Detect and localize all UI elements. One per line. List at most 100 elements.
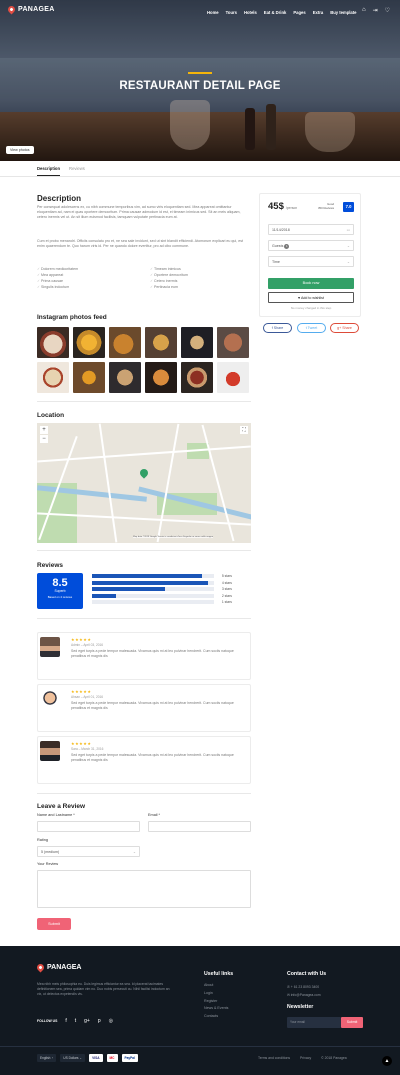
nav-pages[interactable]: Pages	[293, 10, 305, 15]
instagram-icon[interactable]: ◎	[109, 1018, 113, 1024]
hero-accent-line	[188, 72, 212, 74]
instagram-photo[interactable]	[217, 327, 249, 358]
arrow-up-icon: ▲	[384, 1058, 390, 1064]
calendar-icon: ▭	[346, 228, 350, 232]
visa-card-icon: VISA	[89, 1054, 103, 1062]
submit-review-button[interactable]: Submit	[37, 918, 71, 930]
fullscreen-icon[interactable]: ⛶	[240, 426, 248, 434]
rating-select[interactable]: 5 (medium) ⌄	[37, 846, 140, 857]
rating-bar	[92, 600, 214, 604]
rating-bar-row: 3 stars	[92, 587, 232, 591]
section-divider	[37, 793, 251, 794]
share-twitter-label: Tweet	[307, 326, 318, 330]
book-now-button[interactable]: Book now	[268, 278, 354, 289]
rating-bar-row: 4 stars	[92, 580, 232, 585]
footer-link-about[interactable]: About	[204, 982, 228, 990]
privacy-link[interactable]: Privacy	[300, 1056, 311, 1060]
star-rating: ★★★★★	[71, 637, 92, 642]
guests-field[interactable]: Guests 1 ⌄	[268, 240, 354, 251]
instagram-photo[interactable]	[181, 327, 213, 358]
instagram-photo[interactable]	[37, 362, 69, 393]
footer-link-contacts[interactable]: Contacts	[204, 1013, 228, 1021]
description-paragraph: Cum et probo menandri. Officiis consulat…	[37, 239, 244, 249]
heart-icon[interactable]: ♡	[385, 7, 390, 14]
instagram-photo[interactable]	[73, 362, 105, 393]
share-facebook-button[interactable]: f Share	[263, 323, 292, 333]
instagram-photo[interactable]	[37, 327, 69, 358]
price: 45$/person	[268, 201, 297, 212]
nav-buy-template[interactable]: Buy template	[330, 10, 356, 15]
email-label: Email *	[148, 813, 161, 817]
share-google-button[interactable]: g+ Share	[330, 323, 359, 333]
logo[interactable]: PANAGEA	[6, 4, 55, 15]
footer-phone[interactable]: ✆ + 61 23 8093 3400	[287, 985, 319, 989]
google-plus-icon[interactable]: g+	[84, 1018, 90, 1024]
review-textarea[interactable]	[37, 870, 251, 908]
instagram-photo[interactable]	[109, 327, 141, 358]
cart-icon[interactable]: ⌂	[362, 7, 366, 14]
rating-bar-label: 2 stars	[221, 593, 232, 598]
date-field[interactable]: 11/14/2018 ▭	[268, 224, 354, 235]
leave-review-heading: Leave a Review	[37, 803, 86, 810]
map-marker-icon[interactable]	[138, 467, 150, 479]
avatar	[40, 741, 60, 761]
language-select[interactable]: English ◔	[37, 1054, 57, 1062]
nav-extra[interactable]: Extra	[313, 10, 323, 15]
footer-logo[interactable]: PANAGEA	[35, 962, 81, 973]
nav-tours[interactable]: Tours	[226, 10, 237, 15]
share-twitter-button[interactable]: t Tweet	[297, 323, 326, 333]
feature-item: Pertinacia eum	[150, 285, 178, 289]
instagram-photo[interactable]	[145, 327, 177, 358]
map-attribution: Map data ©2018 Google Termini e condizio…	[133, 536, 214, 538]
nav-eat-drink[interactable]: Eat & Drink	[264, 10, 287, 15]
zoom-in-button[interactable]: +	[40, 426, 48, 434]
facebook-icon[interactable]: f	[65, 1018, 66, 1024]
pinterest-icon[interactable]: p	[98, 1018, 101, 1024]
currency-select[interactable]: US Dollars ⌄	[60, 1054, 86, 1062]
rating-bar-label: 1 stars	[221, 600, 232, 604]
rating-text: Good 350 Reviews	[318, 202, 334, 211]
instagram-photo[interactable]	[217, 362, 249, 393]
footer-email[interactable]: ✉ info@Panagea.com	[287, 993, 321, 997]
review-author: Ahsan – April 01, 2016	[71, 695, 104, 699]
terms-link[interactable]: Terms and conditions	[258, 1056, 290, 1060]
footer-link-login[interactable]: Login	[204, 990, 228, 998]
feature-item: Dolorem mediocritatem	[37, 267, 78, 271]
main-nav: Home Tours Hotels Eat & Drink Pages Extr…	[207, 10, 356, 15]
location-map[interactable]: + − ⛶ Map data ©2018 Google Termini e co…	[37, 423, 251, 543]
instagram-photo[interactable]	[73, 327, 105, 358]
add-to-wishlist-button[interactable]: ♥ Add to wishlist	[268, 292, 354, 303]
review-text: Sed eget turpis a pede tempor malesuada.…	[71, 753, 234, 762]
rating-bar-fill	[92, 574, 202, 578]
email-input[interactable]	[148, 821, 251, 832]
review-label: Your Review	[37, 862, 59, 866]
nav-home[interactable]: Home	[207, 10, 219, 15]
footer-link-news[interactable]: News & Events	[204, 1005, 228, 1013]
zoom-out-button[interactable]: −	[40, 435, 48, 443]
rating-bar-label: 3 stars	[221, 587, 232, 591]
nav-hotels[interactable]: Hotels	[244, 10, 257, 15]
newsletter-email-input[interactable]: Your email	[287, 1017, 341, 1028]
feature-item: Singulis indoctum	[37, 285, 69, 289]
tab-description[interactable]: Description	[37, 166, 61, 176]
back-to-top-button[interactable]: ▲	[382, 1056, 392, 1066]
instagram-photo[interactable]	[145, 362, 177, 393]
instagram-photo[interactable]	[181, 362, 213, 393]
rating-bar-row: 2 stars	[92, 593, 232, 598]
booking-widget: 45$/person Good 350 Reviews 7.0 11/14/201…	[259, 193, 361, 317]
name-input[interactable]	[37, 821, 140, 832]
copyright: © 2018 Panagea	[321, 1056, 347, 1060]
useful-links-heading: Useful links	[204, 971, 234, 977]
footer-selectors: English ◔ US Dollars ⌄ VISA MC PayPal	[37, 1054, 138, 1062]
twitter-icon[interactable]: t	[75, 1018, 76, 1024]
footer-link-register[interactable]: Register	[204, 998, 228, 1006]
view-photos-button[interactable]: View photos	[6, 146, 34, 154]
tab-reviews[interactable]: Reviews	[69, 166, 85, 176]
instagram-photo[interactable]	[109, 362, 141, 393]
login-icon[interactable]: ⇥	[373, 7, 378, 14]
avatar	[40, 689, 60, 709]
newsletter-submit-button[interactable]: Submit	[341, 1017, 363, 1028]
logo-text: PANAGEA	[18, 6, 55, 13]
time-select[interactable]: Time ⌄	[268, 256, 354, 267]
review-score-label: Superb	[54, 589, 66, 593]
